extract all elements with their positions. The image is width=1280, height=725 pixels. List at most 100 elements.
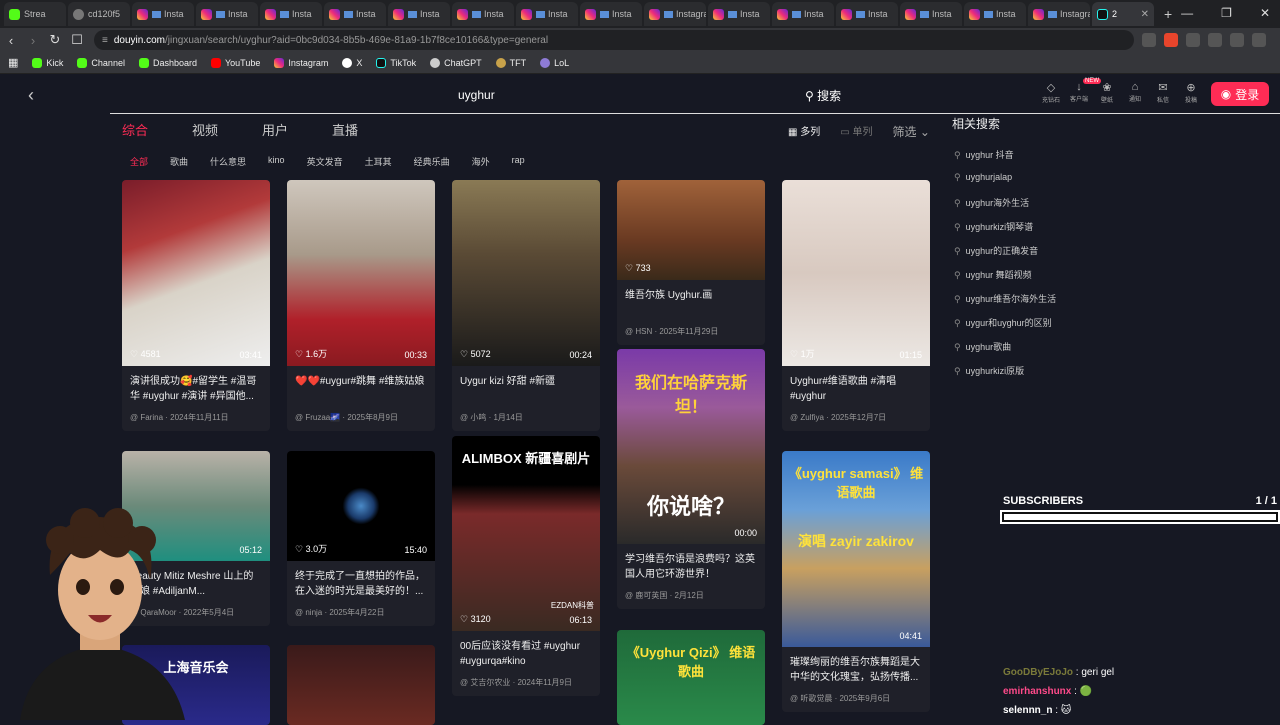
bookmark-lol[interactable]: LoL (540, 57, 569, 68)
browser-tab[interactable]: cd120f5 (68, 2, 130, 26)
filter-button[interactable]: 筛选 ⌄ (892, 123, 929, 140)
bookmark-instagram[interactable]: Instagram (274, 57, 328, 68)
video-card[interactable]: ALIMBOX 新疆喜剧片 EZDAN科普 ♡ 3120 06:13 00后应该没有看过… (452, 436, 600, 696)
related-search-item[interactable]: ⚲ uyghurjalap (954, 172, 1252, 196)
video-title[interactable]: 璀璨绚丽的维吾尔族舞蹈是大中华的文化瑰宝，弘扬传播... (782, 647, 930, 687)
bookmark-icon[interactable]: ☐ (66, 32, 88, 48)
browser-tab[interactable]: 2 ✕ (1092, 2, 1154, 26)
video-author[interactable]: Zulfiya (800, 413, 824, 422)
browser-tab[interactable]: Insta (324, 2, 386, 26)
browser-tab[interactable]: Insta (516, 2, 578, 26)
video-title[interactable]: ❤️❤️#uygur#跳舞 #维族姑娘 (287, 366, 435, 406)
extension-icon[interactable] (1252, 33, 1266, 47)
header-icon-button[interactable]: ↓ 客户端 (1068, 81, 1090, 104)
browser-tab[interactable]: Insta (196, 2, 258, 26)
browser-tab[interactable]: Instagra (1028, 2, 1090, 26)
view-grid-button[interactable]: ▦ 多列 (788, 123, 820, 140)
header-icon-button[interactable]: ✉ 私信 (1152, 81, 1174, 104)
extension-icon[interactable] (1208, 33, 1222, 47)
sub-tab[interactable]: kino (268, 155, 285, 168)
forward-icon[interactable]: › (22, 33, 44, 48)
extension-icon[interactable] (1230, 33, 1244, 47)
related-search-item[interactable]: ⚲ uyghur歌曲 (954, 340, 1252, 364)
browser-tab[interactable]: Insta (580, 2, 642, 26)
browser-tab[interactable]: Instagra (644, 2, 706, 26)
tab-3[interactable]: 直播 (332, 120, 358, 139)
sub-tab[interactable]: 英文发音 (307, 155, 343, 168)
reload-icon[interactable]: ↻ (44, 32, 66, 48)
video-author[interactable]: 艾吉尔农业 (470, 678, 510, 687)
bookmark-kick[interactable]: Kick (32, 57, 63, 68)
header-icon-button[interactable]: ⌂ 通知 (1124, 81, 1146, 104)
bookmark-tiktok[interactable]: TikTok (376, 57, 416, 68)
view-single-button[interactable]: ▭ 单列 (840, 123, 872, 140)
sub-tab[interactable]: 全部 (130, 155, 148, 168)
video-card[interactable]: ♡ 733 维吾尔族 Uyghur.画 @ HSN · 2025年11月29日 (617, 180, 765, 345)
tab-1[interactable]: 视频 (192, 120, 218, 139)
video-title[interactable]: Uyghur#维语歌曲 #清唱#uyghur (782, 366, 930, 406)
browser-tab[interactable]: Insta (132, 2, 194, 26)
search-button[interactable]: ⚲ 搜索 (805, 87, 841, 104)
bookmark-kick[interactable]: Dashboard (138, 57, 197, 68)
video-author[interactable]: 小鸣 (470, 413, 486, 422)
apps-grid-icon[interactable]: ▦ (8, 56, 18, 69)
tab-2[interactable]: 用户 (262, 120, 288, 139)
related-search-item[interactable]: ⚲ uyghur的正确发音 (954, 244, 1252, 268)
browser-tab[interactable]: Insta (260, 2, 322, 26)
video-thumbnail[interactable] (287, 645, 435, 725)
bookmark-tft[interactable]: TFT (495, 57, 526, 68)
sub-tab[interactable]: 经典乐曲 (414, 155, 450, 168)
video-card[interactable]: ♡ 3.0万 15:40 终于完成了一直想拍的作品，在入迷的时光是最美好的！... @… (287, 451, 435, 626)
bookmark-youtube[interactable]: YouTube (210, 57, 260, 68)
video-title[interactable]: 维吾尔族 Uyghur.画 (617, 280, 765, 320)
video-card[interactable]: ♡ 1.6万 00:33 ❤️❤️#uygur#跳舞 #维族姑娘 @ Fruzaa🌌 … (287, 180, 435, 431)
maximize-icon[interactable]: ❐ (1221, 6, 1232, 20)
login-button[interactable]: ◉ 登录 (1211, 82, 1269, 106)
video-title[interactable]: 终于完成了一直想拍的作品，在入迷的时光是最美好的！... (287, 561, 435, 601)
video-card[interactable]: 我们在哈萨克斯坦！ 你说啥？ 00:00 学习维吾尔语是浪费吗？这英国人用它环游世界！… (617, 349, 765, 609)
video-thumbnail[interactable]: ♡ 3.0万 15:40 (287, 451, 435, 561)
related-search-item[interactable]: ⚲ uyghurkizi钢琴谱 (954, 220, 1252, 244)
related-search-item[interactable]: ⚲ uyghurkizi原版 (954, 364, 1252, 388)
browser-tab[interactable]: Insta (388, 2, 450, 26)
url-input[interactable]: ≡ douyin.com/jingxuan/search/uyghur?aid=… (94, 30, 1134, 50)
back-icon[interactable]: ‹ (0, 33, 22, 48)
bookmark-chatgpt[interactable]: ChatGPT (430, 57, 482, 68)
browser-tab[interactable]: Insta (772, 2, 834, 26)
header-icon-button[interactable]: ◇ 充钻石 (1040, 81, 1062, 104)
browser-tab[interactable]: Insta (836, 2, 898, 26)
video-thumbnail[interactable]: 《Uyghur Qizi》 维语歌曲 (617, 630, 765, 725)
video-card[interactable]: ♡ 4581 03:41 演讲很成功🥰#留学生 #温哥华 #uyghur #演讲 #… (122, 180, 270, 431)
sub-tab[interactable]: 海外 (472, 155, 490, 168)
browser-tab[interactable]: Insta (900, 2, 962, 26)
video-thumbnail[interactable]: 我们在哈萨克斯坦！ 你说啥？ 00:00 (617, 349, 765, 544)
browser-tab[interactable]: Insta (964, 2, 1026, 26)
video-title[interactable]: 00后应该没有看过 #uyghur #uygurqa#kino (452, 631, 600, 671)
minimize-icon[interactable]: — (1181, 6, 1193, 20)
extension-icon[interactable] (1142, 33, 1156, 47)
bookmark-kick[interactable]: Channel (77, 57, 125, 68)
header-icon-button[interactable]: ⊕ 投稿 (1180, 81, 1202, 104)
header-icon-button[interactable]: ❀ 壁纸 (1096, 81, 1118, 104)
related-search-item[interactable]: ⚲ uyghur海外生活 (954, 196, 1252, 220)
site-info-icon[interactable]: ≡ (102, 35, 108, 46)
related-search-item[interactable]: ⚲ uyghur 抖音 (954, 148, 1252, 172)
video-title[interactable]: 学习维吾尔语是浪费吗？这英国人用它环游世界！ (617, 544, 765, 584)
video-author[interactable]: Farina (140, 413, 163, 422)
close-tab-icon[interactable]: ✕ (1141, 9, 1149, 20)
video-thumbnail[interactable]: ♡ 1.6万 00:33 (287, 180, 435, 366)
tab-0[interactable]: 综合 (122, 120, 148, 139)
video-thumbnail[interactable]: ALIMBOX 新疆喜剧片 EZDAN科普 ♡ 3120 06:13 (452, 436, 600, 631)
video-card[interactable] (287, 645, 435, 725)
sub-tab[interactable]: 土耳其 (365, 155, 392, 168)
video-thumbnail[interactable]: 《uyghur samasi》 维语歌曲 演唱 zayir zakirov 04:4… (782, 451, 930, 647)
video-thumbnail[interactable]: ♡ 733 (617, 180, 765, 280)
extension-icon[interactable] (1186, 33, 1200, 47)
video-title[interactable]: Uygur kizi 好甜 #新疆 (452, 366, 600, 406)
video-author[interactable]: 听歌觉晨 (800, 694, 832, 703)
sub-tab[interactable]: 什么意思 (210, 155, 246, 168)
close-window-icon[interactable]: ✕ (1260, 6, 1270, 20)
video-card[interactable]: ♡ 1万 01:15 Uyghur#维语歌曲 #清唱#uyghur @ Zulfiya… (782, 180, 930, 431)
browser-tab[interactable]: Strea (4, 2, 66, 26)
search-input[interactable]: uyghur (458, 88, 495, 102)
